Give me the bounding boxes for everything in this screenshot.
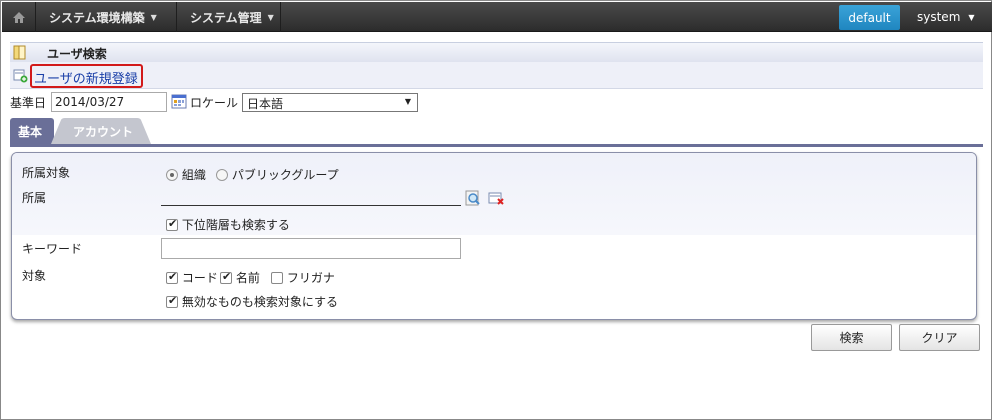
checkbox-label: フリガナ bbox=[286, 271, 335, 285]
locale-label: ロケール bbox=[190, 96, 239, 110]
tab-account[interactable]: アカウント bbox=[51, 118, 151, 144]
page-header: ユーザ検索 bbox=[10, 42, 983, 62]
menu-label: システム環境構築 bbox=[49, 10, 145, 25]
tab-label: 基本 bbox=[18, 124, 43, 139]
radio-button[interactable] bbox=[166, 169, 178, 181]
checkbox-label: コード bbox=[181, 271, 218, 285]
caret-down-icon: ▼ bbox=[267, 12, 274, 22]
tab-label: アカウント bbox=[73, 124, 134, 139]
top-navigation-bar: システム環境構築 ▼ システム管理 ▼ default system ▼ bbox=[2, 2, 992, 32]
caret-down-icon: ▼ bbox=[968, 12, 975, 22]
include-lower-checkbox[interactable] bbox=[166, 217, 178, 231]
checkbox-label: 名前 bbox=[235, 271, 260, 285]
checkbox-label: 下位階層も検索する bbox=[181, 218, 290, 232]
keyword-label: キーワード bbox=[22, 242, 83, 256]
book-icon bbox=[13, 45, 26, 60]
app-frame: システム環境構築 ▼ システム管理 ▼ default system ▼ ユーザ… bbox=[0, 0, 992, 420]
page-title: ユーザ検索 bbox=[47, 47, 107, 61]
user-menu[interactable]: system ▼ bbox=[904, 2, 992, 32]
target-furigana-option[interactable]: フリガナ bbox=[271, 269, 335, 286]
home-button[interactable] bbox=[2, 2, 36, 32]
radio-label: パブリックグループ bbox=[231, 168, 339, 182]
action-link-row: ユーザの新規登録 bbox=[10, 62, 983, 89]
search-button[interactable]: 検索 bbox=[811, 324, 892, 351]
locale-value: 日本語 bbox=[247, 97, 284, 111]
clear-button[interactable]: クリア bbox=[899, 324, 980, 351]
name-checkbox[interactable] bbox=[220, 270, 232, 284]
new-user-icon bbox=[13, 69, 28, 83]
affiliation-target-label: 所属対象 bbox=[22, 166, 71, 180]
menu-system-management[interactable]: システム管理 ▼ bbox=[178, 2, 281, 32]
new-user-link[interactable]: ユーザの新規登録 bbox=[30, 64, 143, 88]
caret-down-icon: ▼ bbox=[150, 12, 157, 22]
target-code-option[interactable]: コード bbox=[166, 269, 218, 286]
radio-organization[interactable]: 組織 bbox=[166, 166, 206, 183]
target-name-option[interactable]: 名前 bbox=[220, 269, 260, 286]
code-checkbox[interactable] bbox=[166, 270, 178, 284]
include-lower-option[interactable]: 下位階層も検索する bbox=[166, 216, 290, 233]
dropdown-arrow-icon: ▼ bbox=[404, 97, 411, 106]
clear-selection-icon[interactable] bbox=[488, 191, 505, 206]
environment-badge[interactable]: default bbox=[839, 5, 900, 30]
affiliation-value-line bbox=[161, 205, 461, 206]
checkbox-label: 無効なものも検索対象にする bbox=[181, 295, 338, 309]
include-disabled-option[interactable]: 無効なものも検索対象にする bbox=[166, 293, 338, 310]
date-label: 基準日 bbox=[10, 96, 47, 110]
search-icon[interactable] bbox=[465, 190, 481, 206]
calendar-icon[interactable] bbox=[171, 94, 187, 109]
radio-button[interactable] bbox=[216, 169, 228, 181]
user-name: system bbox=[917, 10, 961, 24]
menu-system-environment[interactable]: システム環境構築 ▼ bbox=[37, 2, 177, 32]
tab-basic[interactable]: 基本 bbox=[10, 118, 54, 144]
home-icon bbox=[12, 11, 25, 23]
radio-label: 組織 bbox=[181, 168, 206, 182]
target-label: 対象 bbox=[22, 269, 47, 283]
locale-select[interactable]: 日本語 ▼ bbox=[242, 93, 418, 112]
include-disabled-checkbox[interactable] bbox=[166, 294, 178, 308]
furigana-checkbox[interactable] bbox=[271, 272, 283, 284]
radio-public-group[interactable]: パブリックグループ bbox=[216, 166, 339, 183]
menu-label: システム管理 bbox=[190, 10, 262, 25]
tab-underline bbox=[10, 144, 983, 147]
affiliation-label: 所属 bbox=[22, 191, 47, 205]
date-input[interactable] bbox=[51, 92, 167, 112]
keyword-input[interactable] bbox=[161, 238, 461, 259]
search-condition-panel: 所属対象 組織 パブリックグループ 所属 下位階層も検索する キーワード 対象 bbox=[11, 152, 977, 320]
